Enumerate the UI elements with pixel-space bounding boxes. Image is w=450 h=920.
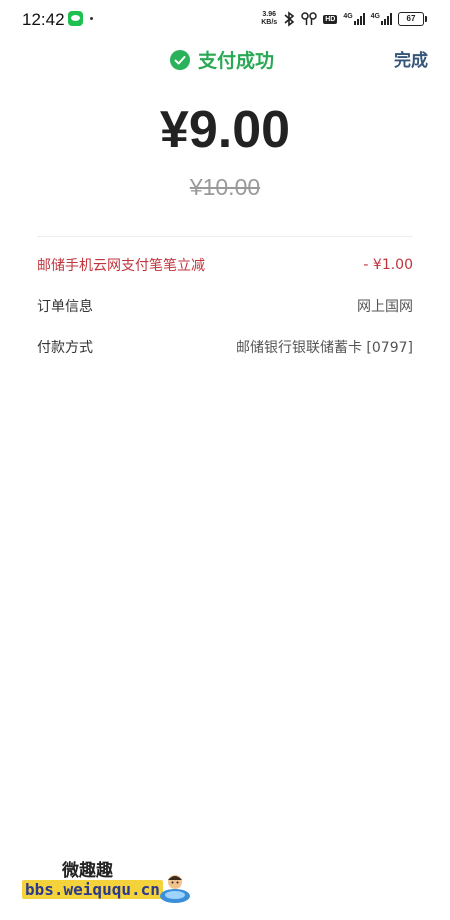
notification-dot-icon	[90, 17, 93, 20]
watermark-title: 微趣趣	[62, 861, 113, 881]
network-speed-value: 3.96	[262, 11, 277, 18]
watermark-url: bbs.weiququ.cn	[22, 880, 163, 899]
discount-label: 邮储手机云网支付笔笔立减	[37, 258, 205, 274]
mascot-icon	[158, 870, 192, 904]
discount-value: - ¥1.00	[363, 257, 413, 273]
payment-method-label: 付款方式	[37, 340, 93, 356]
network-speed: 3.96 KB/s	[261, 11, 277, 27]
discount-row: 邮储手机云网支付笔笔立减 - ¥1.00	[37, 254, 413, 276]
network-speed-unit: KB/s	[261, 19, 278, 26]
payment-method-row: 付款方式 邮储银行银联储蓄卡 [0797]	[37, 336, 413, 358]
battery-icon: 67	[398, 12, 427, 26]
watermark: 微趣趣 bbs.weiququ.cn	[22, 856, 222, 906]
payment-status: 支付成功	[170, 46, 274, 73]
earbuds-icon	[301, 11, 317, 27]
signal-bars-icon	[353, 13, 365, 25]
hd-voice-badge: HD	[323, 14, 338, 24]
bluetooth-icon	[283, 11, 295, 27]
signal-sim2: 4G	[371, 13, 392, 25]
payment-method-value: 邮储银行银联储蓄卡 [0797]	[235, 340, 413, 356]
signal-bars-icon	[381, 13, 392, 25]
network-type-label: 4G	[370, 13, 380, 20]
order-info-row: 订单信息 网上国网	[37, 295, 413, 317]
clock: 12:42	[22, 10, 65, 29]
divider	[37, 236, 413, 237]
order-info-label: 订单信息	[37, 299, 93, 315]
wechat-notification-icon	[68, 11, 83, 26]
paid-amount: ¥9.00	[159, 101, 291, 159]
original-amount: ¥10.00	[189, 174, 261, 200]
order-info-value: 网上国网	[357, 299, 413, 315]
network-type-label: 4G	[343, 13, 353, 20]
status-icons: 3.96 KB/s HD 4G 4G 67	[261, 9, 427, 29]
signal-sim1: 4G	[343, 13, 365, 25]
status-bar: 12:42 3.96 KB/s HD 4G 4G 67	[0, 0, 450, 40]
success-check-icon	[170, 49, 190, 70]
done-button[interactable]: 完成	[394, 46, 428, 71]
status-title: 支付成功	[198, 50, 275, 72]
